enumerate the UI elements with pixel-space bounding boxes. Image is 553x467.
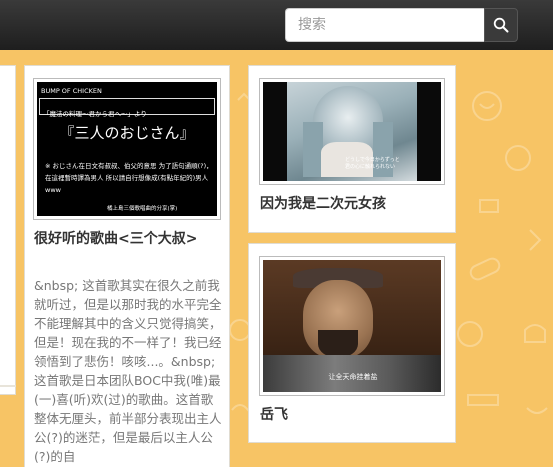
post-card-partial-divider (0, 385, 16, 387)
image-caption-title: 『三人のおじさん』 (59, 124, 195, 142)
post-excerpt: &nbsp; 这首歌其实在很久之前我就听过，但是以那时我的水平完全不能理解其中的… (34, 278, 222, 464)
top-navbar (0, 0, 553, 50)
post-card[interactable]: BUMP OF CHICKEN 「魔法の料理～君から君へ～」より 『三人のおじさ… (24, 65, 230, 467)
search-form (285, 8, 518, 42)
post-title[interactable]: 因为我是二次元女孩 (260, 195, 446, 213)
post-card-partial[interactable] (0, 65, 16, 395)
image-caption-credit: 橘上島三個歌唱曲的分享(掌) (107, 206, 178, 212)
post-thumbnail[interactable]: BUMP OF CHICKEN 「魔法の料理～君から君へ～」より 『三人のおじさ… (33, 78, 221, 220)
post-card[interactable]: どうしで今日からずっと 君の心に触れられない 因为我是二次元女孩 (248, 65, 456, 233)
image-caption-band: BUMP OF CHICKEN (41, 87, 102, 95)
post-image: 让全天命挂着盐 (263, 260, 441, 392)
post-thumbnail[interactable]: 让全天命挂着盐 (259, 256, 445, 396)
image-subtitle: 让全天命挂着盐 (328, 373, 378, 381)
post-thumbnail[interactable]: どうしで今日からずっと 君の心に触れられない (259, 78, 445, 185)
post-image: BUMP OF CHICKEN 「魔法の料理～君から君へ～」より 『三人のおじさ… (37, 82, 217, 216)
image-caption-box: 「魔法の料理～君から君へ～」より (39, 98, 215, 118)
post-title[interactable]: 很好听的歌曲<三个大叔> (34, 230, 220, 248)
search-button[interactable] (484, 8, 518, 42)
post-image: どうしで今日からずっと 君の心に触れられない (263, 82, 441, 181)
post-title[interactable]: 岳飞 (260, 406, 446, 424)
search-input[interactable] (285, 8, 484, 42)
search-icon (493, 17, 509, 33)
image-caption-note: ※ おじさん在日文有叔叔、伯父的意思 为了語句通順(?)，在這裡暫時譯為男人 所… (45, 162, 213, 194)
image-caption-song: 「魔法の料理～君から君へ～」より (43, 110, 147, 118)
image-subtitle: どうしで今日からずっと 君の心に触れられない (345, 157, 400, 170)
post-card[interactable]: 让全天命挂着盐 岳飞 (248, 243, 456, 443)
